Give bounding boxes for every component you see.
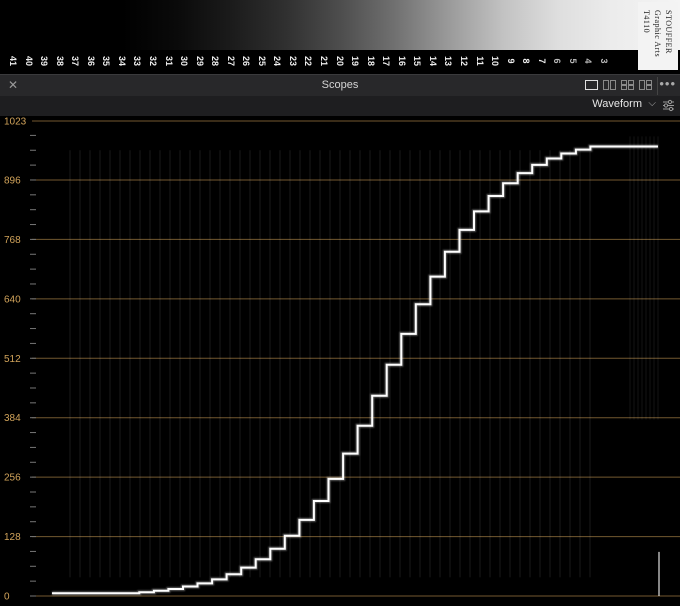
level-label: 0 — [4, 592, 10, 603]
step-number: 20 — [334, 55, 345, 66]
waveform-scope: 1023 896 768 640 512 384 256 128 0 — [0, 116, 680, 606]
step-number: 19 — [350, 55, 361, 66]
step-number: 9 — [505, 58, 516, 64]
step-number: 36 — [85, 55, 96, 66]
maker-text: STOUFFER — [664, 10, 673, 54]
scope-type-dropdown[interactable]: Waveform ⌵ — [592, 98, 656, 114]
step-number: 30 — [179, 55, 190, 66]
step-number: 14 — [427, 55, 438, 66]
level-label: 1023 — [4, 117, 27, 128]
more-options-icon[interactable]: ••• — [659, 76, 676, 91]
trace-line — [52, 145, 658, 595]
maker-text: Graphic Arts — [653, 10, 662, 58]
step-number: 38 — [54, 55, 65, 66]
step-number: 32 — [147, 55, 158, 66]
scopes-panel-header: ✕ Scopes ••• — [0, 74, 680, 98]
step-number: 4 — [583, 58, 594, 64]
step-number: 39 — [39, 55, 50, 66]
step-number: 28 — [210, 55, 221, 66]
trace-glow — [52, 144, 658, 596]
step-number: 40 — [23, 55, 34, 66]
step-wedge-numbers: 41 40 39 38 37 36 35 34 33 32 31 30 29 28 27 26 25 24 23 22… — [0, 50, 680, 72]
step-wedge-strip: 41 40 39 38 37 36 35 34 33 32 31 30 29 28 27 26 25 24 23 22… — [0, 0, 680, 72]
scope-toolbar: Waveform ⌵ — [0, 96, 680, 116]
level-label: 512 — [4, 354, 21, 365]
single-layout-icon[interactable] — [585, 80, 598, 90]
step-number: 22 — [303, 55, 314, 66]
waveform-trace — [52, 144, 658, 596]
step-number: 37 — [70, 55, 81, 66]
step-number: 6 — [552, 58, 563, 64]
level-label: 896 — [4, 175, 21, 186]
step-number: 21 — [319, 55, 329, 66]
step-number: 7 — [536, 58, 547, 64]
step-wedge-maker-label: STOUFFER Graphic Arts T4110 — [638, 2, 678, 70]
panel-title: Scopes — [321, 79, 359, 91]
level-label: 128 — [4, 532, 21, 543]
scope-type-label: Waveform — [592, 98, 642, 110]
step-number: 34 — [116, 55, 127, 66]
level-label: 384 — [4, 413, 21, 424]
step-number: 35 — [101, 55, 112, 66]
graticule — [30, 120, 680, 597]
sliders-settings-icon[interactable] — [662, 99, 675, 112]
step-number: 3 — [598, 58, 609, 64]
step-number: 8 — [521, 58, 532, 64]
step-number: 31 — [163, 55, 174, 66]
step-number: 17 — [381, 55, 392, 66]
waveform-graph: 1023 896 768 640 512 384 256 128 0 — [4, 117, 680, 603]
header-divider — [657, 77, 658, 95]
step-number: 33 — [132, 55, 143, 66]
step-number: 5 — [567, 58, 578, 64]
step-number: 26 — [241, 55, 252, 66]
grid-layout-icon[interactable] — [639, 80, 652, 90]
step-number: 41 — [8, 55, 18, 66]
level-label: 256 — [4, 473, 21, 484]
step-number: 12 — [458, 55, 469, 66]
step-number: 25 — [256, 55, 267, 66]
waveform-noise — [69, 136, 660, 596]
quad-layout-icon[interactable] — [621, 80, 634, 90]
step-number: 23 — [287, 55, 298, 66]
level-labels: 1023 896 768 640 512 384 256 128 0 — [4, 117, 27, 603]
step-wedge-gradient — [0, 0, 680, 50]
step-number: 18 — [365, 55, 376, 66]
maker-text: T4110 — [642, 10, 651, 34]
dual-layout-icon[interactable] — [603, 80, 616, 90]
step-number: 27 — [225, 55, 236, 66]
level-label: 640 — [4, 294, 21, 305]
step-number: 24 — [272, 55, 283, 66]
step-number: 11 — [474, 56, 485, 66]
step-number: 13 — [443, 55, 454, 66]
step-number: 29 — [194, 55, 205, 66]
step-number: 15 — [412, 55, 423, 66]
level-label: 768 — [4, 235, 21, 246]
chevron-down-icon: ⌵ — [648, 98, 656, 109]
step-number: 16 — [396, 55, 407, 66]
step-number: 10 — [490, 55, 501, 66]
